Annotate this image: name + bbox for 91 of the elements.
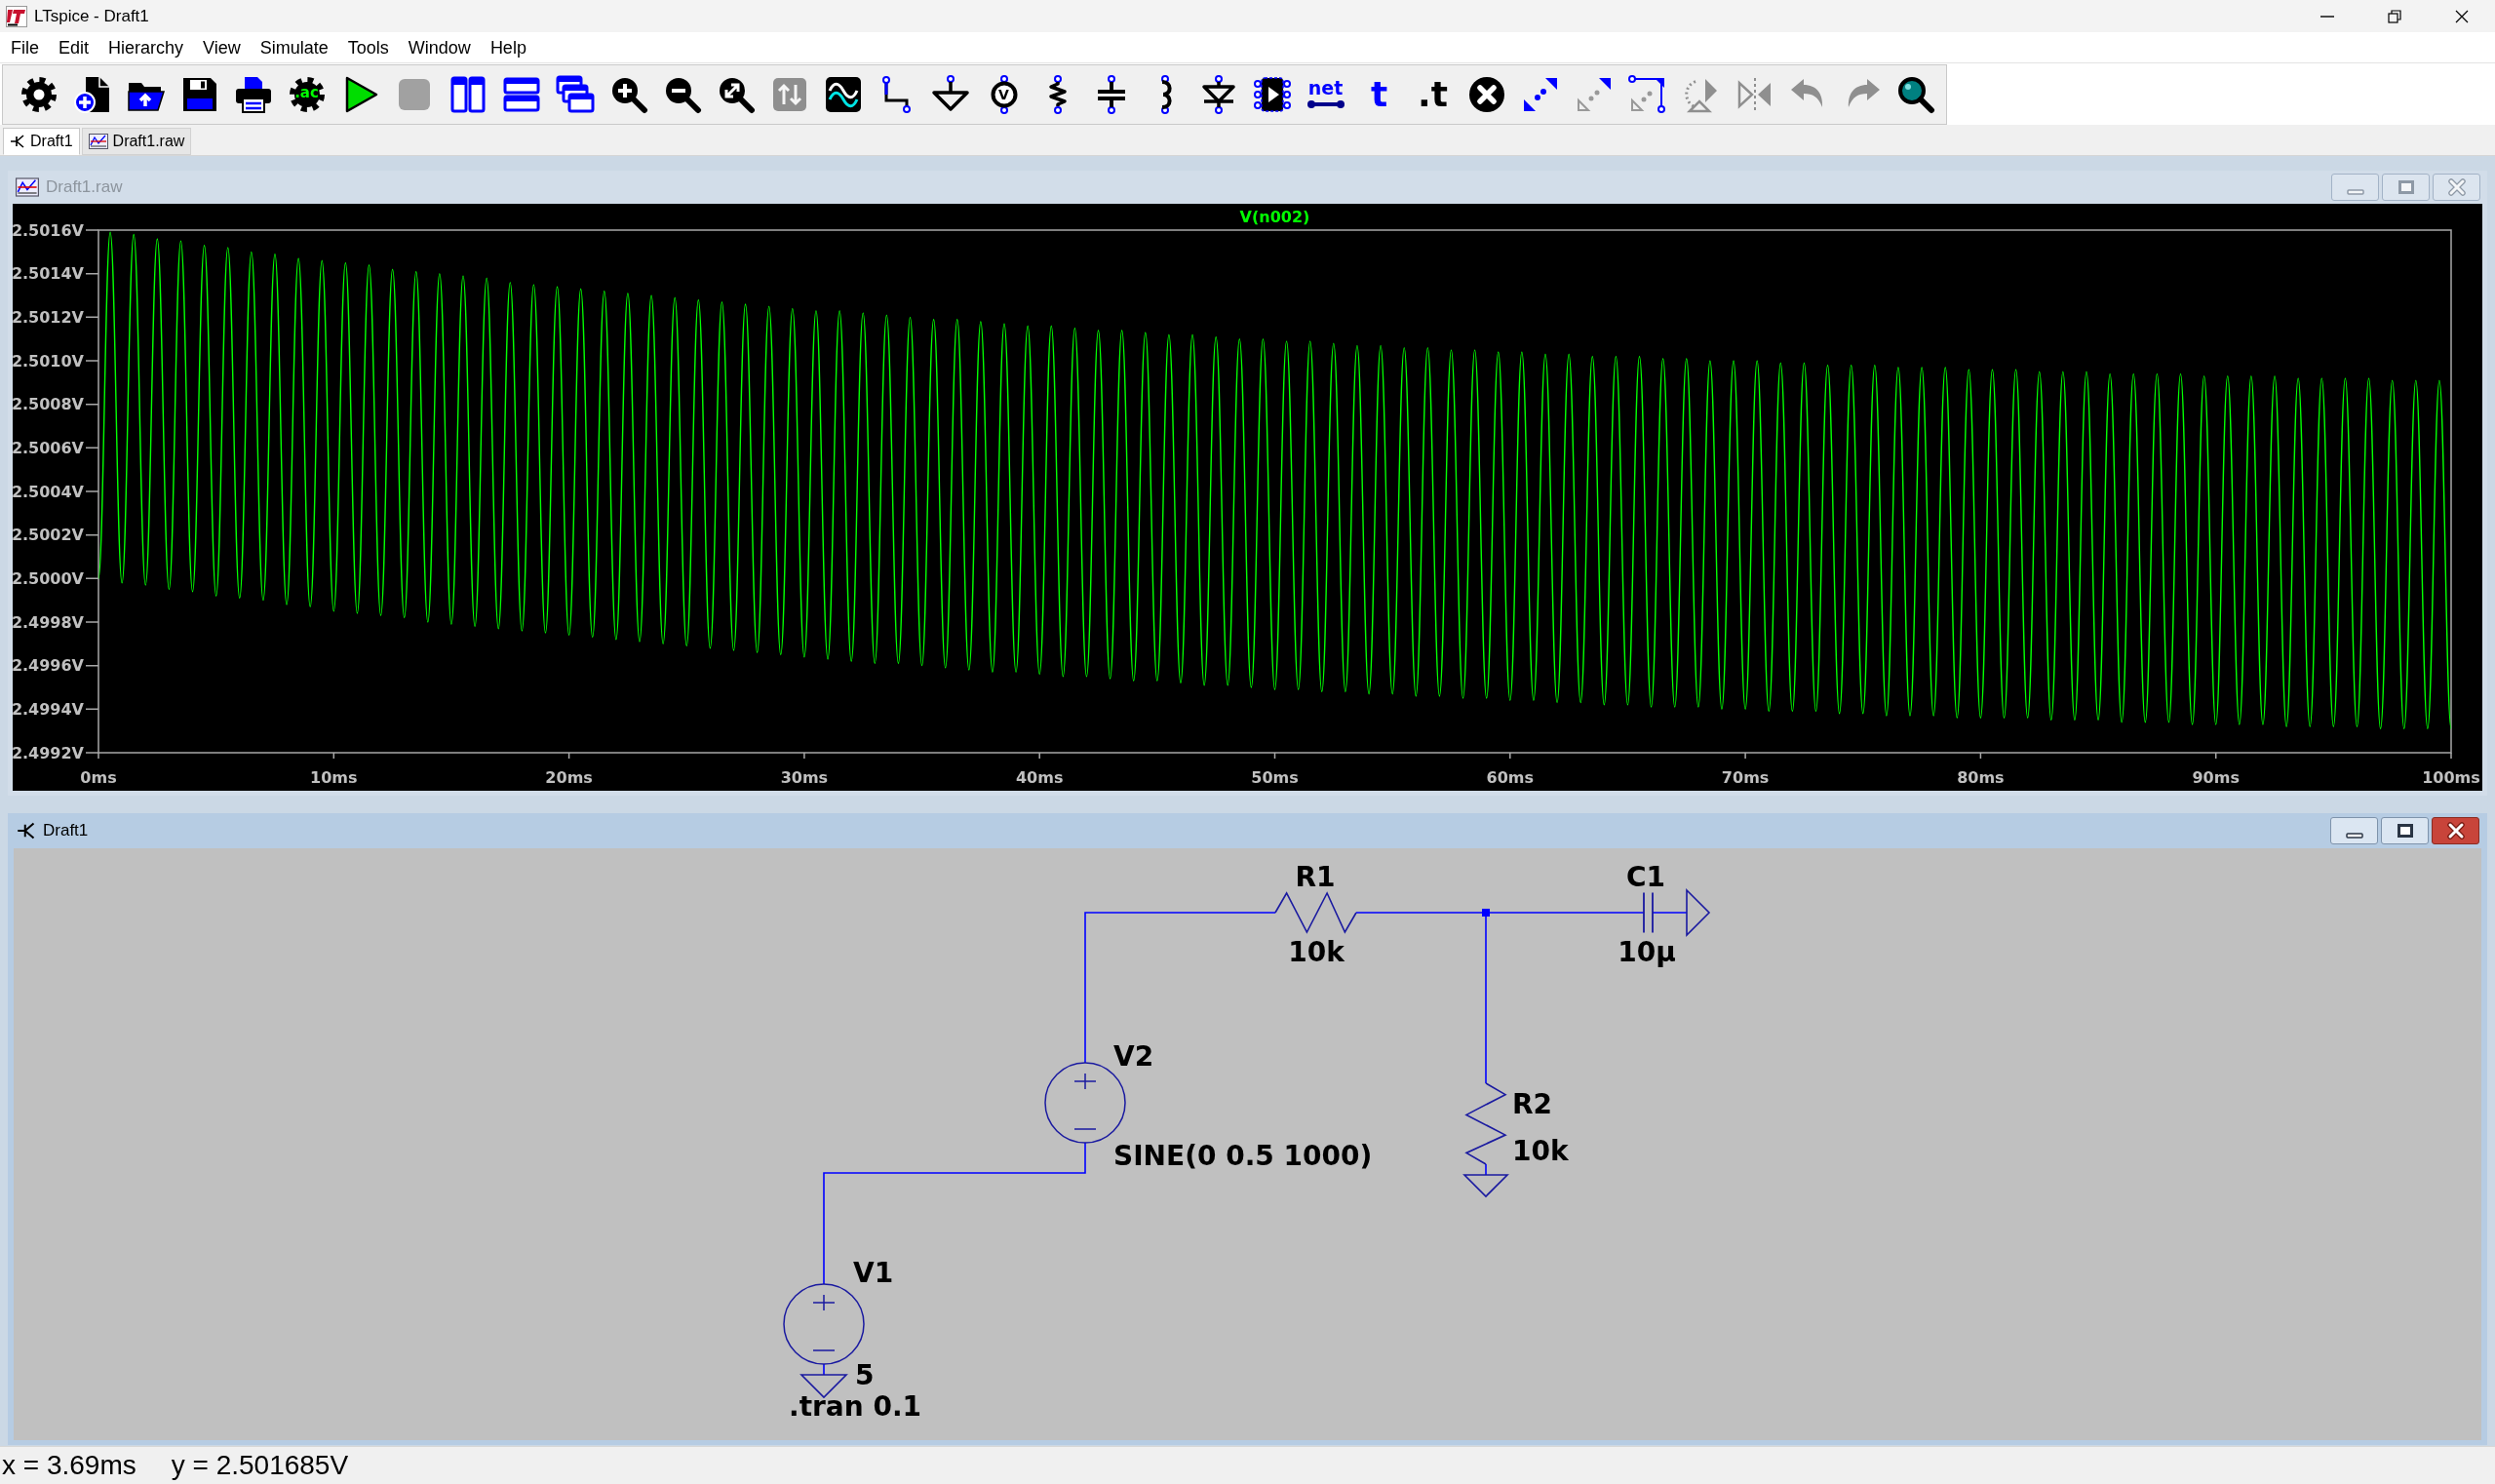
component-name: V1 — [853, 1260, 894, 1287]
chip-icon[interactable] — [1252, 74, 1292, 114]
cursor-y-readout: y = 2.501685V — [171, 1452, 349, 1479]
menu-item[interactable]: View — [193, 33, 251, 61]
component-value: 10k — [1512, 1138, 1569, 1165]
voltage-source-button[interactable]: V — [984, 74, 1024, 114]
x-axis-label: 10ms — [310, 767, 358, 787]
x-axis-label: 80ms — [1957, 767, 2005, 787]
y-axis-label: 2.4998V — [13, 612, 84, 632]
app-logo-icon — [6, 5, 27, 27]
triangles-wire-icon[interactable] — [1627, 74, 1667, 114]
tab[interactable]: Draft1.raw — [81, 128, 192, 155]
x-axis-label: 60ms — [1486, 767, 1535, 787]
spice-directive: .tran 0.1 — [789, 1393, 921, 1421]
minimize-icon — [2345, 832, 2363, 839]
ground-icon[interactable] — [930, 74, 970, 114]
component-name: R2 — [1512, 1091, 1553, 1118]
y-axis-label: 2.5014V — [13, 264, 84, 284]
directive-button[interactable]: .t — [1418, 76, 1448, 112]
minimize-icon[interactable] — [2320, 15, 2334, 18]
trace-label: V(n002) — [1239, 207, 1310, 226]
tab[interactable]: Draft1 — [3, 128, 80, 155]
text-button[interactable]: t — [1370, 76, 1388, 112]
x-circle-icon[interactable] — [1466, 74, 1506, 114]
ac-button[interactable]: .ac — [287, 74, 327, 114]
capacitor-symbol — [1643, 891, 1654, 934]
printer-icon[interactable] — [233, 74, 273, 114]
y-axis-label: 2.5006V — [13, 438, 84, 457]
y-axis-label: 2.4996V — [13, 656, 84, 676]
component-name: R1 — [1295, 864, 1336, 891]
schematic-icon — [17, 821, 36, 840]
component-value: SINE(0 0.5 1000) — [1113, 1143, 1373, 1170]
component-value: 5 — [855, 1362, 875, 1389]
menu-item[interactable]: Simulate — [250, 33, 338, 61]
menu-item[interactable]: Tools — [337, 33, 399, 61]
x-axis-label: 30ms — [780, 767, 829, 787]
plot-icon — [16, 177, 39, 197]
y-axis-label: 2.4994V — [13, 699, 84, 719]
cascade-windows-icon[interactable] — [555, 74, 595, 114]
x-axis-label: 50ms — [1251, 767, 1299, 787]
menu-item[interactable]: Hierarchy — [98, 33, 194, 61]
y-axis-label: 2.5008V — [13, 395, 84, 414]
x-axis-label: 20ms — [545, 767, 593, 787]
gear-icon[interactable] — [19, 74, 58, 114]
x-axis-label: 70ms — [1721, 767, 1770, 787]
close-icon[interactable] — [2454, 9, 2469, 23]
cursor-x-readout: x = 3.69ms — [2, 1452, 136, 1479]
window-title: LTspice - Draft1 — [34, 5, 149, 27]
y-axis-label: 2.5004V — [13, 482, 84, 501]
minimize-icon — [2346, 188, 2364, 195]
minimize-button[interactable] — [2330, 817, 2378, 844]
window-title: Draft1.raw — [46, 176, 123, 199]
close-icon — [2447, 178, 2466, 196]
menu-item[interactable]: Edit — [49, 33, 99, 61]
y-axis-label: 2.5012V — [13, 307, 84, 327]
y-axis-label: 2.4992V — [13, 743, 84, 762]
menu-item[interactable]: File — [1, 33, 49, 61]
maximize-button[interactable] — [2381, 817, 2429, 844]
x-axis-label: 100ms — [2422, 767, 2480, 787]
maximize-icon — [2397, 824, 2413, 838]
y-axis-label: 2.5002V — [13, 526, 84, 545]
restore-icon[interactable] — [2387, 9, 2401, 23]
y-axis-label: 2.5016V — [13, 220, 84, 240]
wire — [823, 1363, 825, 1376]
schematic-icon — [10, 134, 25, 149]
menu-item[interactable]: Window — [398, 33, 481, 61]
wire — [1485, 1163, 1487, 1176]
component-name: V2 — [1113, 1043, 1154, 1071]
component-value: 10μ — [1618, 939, 1676, 966]
new-document-icon[interactable] — [72, 74, 112, 114]
wire — [1652, 912, 1688, 914]
wire-bar-icon — [1306, 99, 1345, 109]
x-axis-label: 90ms — [2192, 767, 2240, 787]
component-value: 10k — [1288, 939, 1345, 966]
window-title: Draft1 — [43, 820, 89, 842]
gear-icon — [287, 74, 327, 114]
maximize-icon — [2398, 180, 2414, 194]
y-axis-label: 2.5010V — [13, 351, 84, 371]
search-icon[interactable] — [1895, 74, 1935, 114]
close-button[interactable] — [2432, 817, 2479, 844]
x-axis-label: 0ms — [80, 767, 117, 787]
plot-icon — [88, 134, 108, 149]
ground-symbol — [1462, 1174, 1509, 1198]
component-name: C1 — [1626, 864, 1665, 891]
sine-wave-icon[interactable] — [823, 74, 863, 114]
close-icon — [2446, 822, 2465, 840]
ground-symbol — [1686, 888, 1711, 937]
net-label-button[interactable]: net — [1306, 79, 1345, 109]
menu-item[interactable]: Help — [480, 33, 536, 61]
x-axis-label: 40ms — [1015, 767, 1064, 787]
y-axis-label: 2.5000V — [13, 568, 84, 588]
